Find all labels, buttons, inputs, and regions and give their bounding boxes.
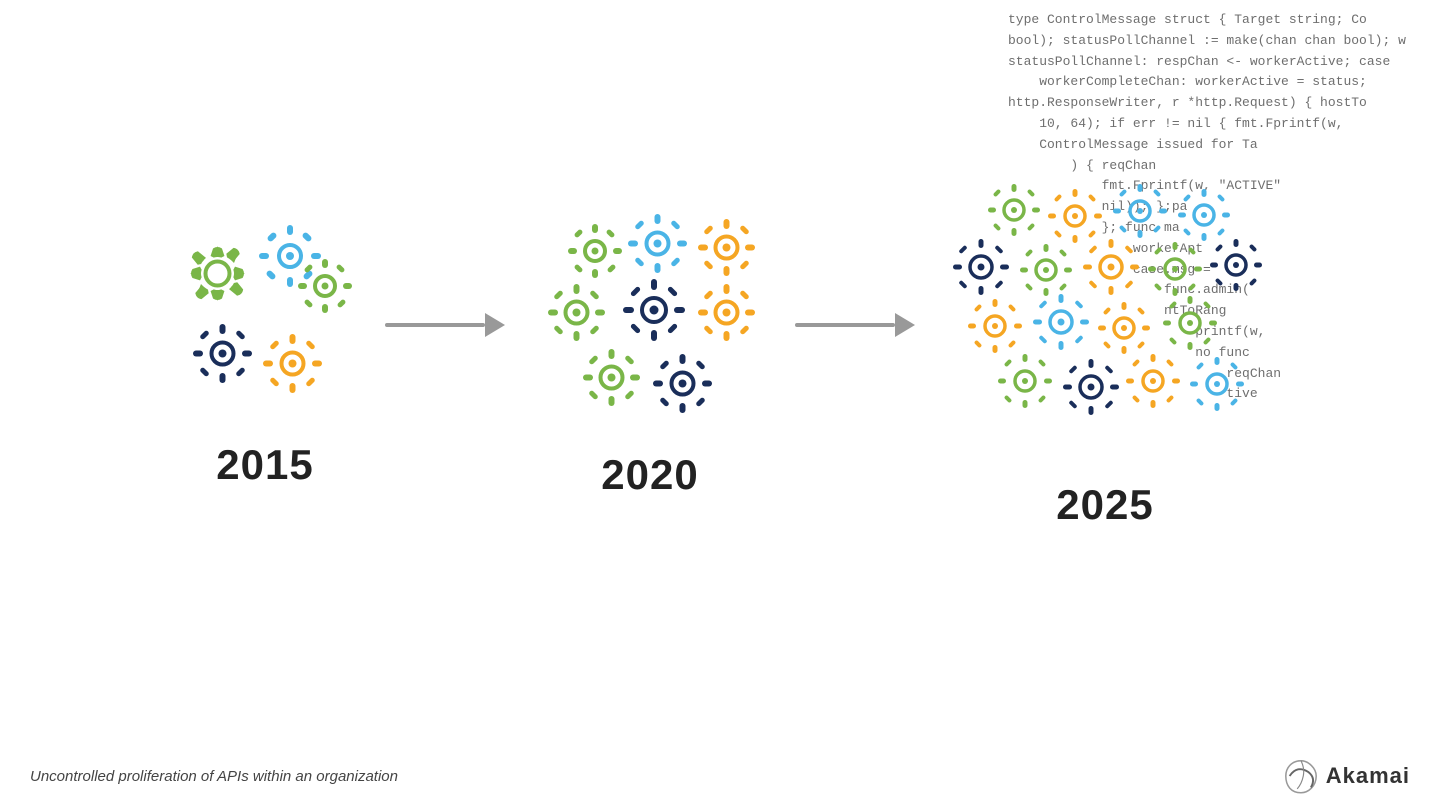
year-group-2015: 2015 [175,221,355,489]
gear-2015-1 [185,241,250,306]
akamai-text: Akamai [1326,763,1410,789]
timeline-row: 2015 [175,181,1265,529]
gear-2025-17 [1187,354,1247,414]
gears-2025 [945,181,1265,461]
year-label-2015: 2015 [216,441,313,489]
gear-2025-16 [1123,351,1183,411]
caption: Uncontrolled proliferation of APIs withi… [30,768,398,785]
gear-2020-2 [625,211,690,276]
gear-2025-15 [1060,356,1122,418]
gear-2025-10 [965,296,1025,356]
main-content: 2015 [0,0,1440,810]
gear-2025-5 [950,236,1012,298]
gear-2020-5 [620,276,688,344]
gear-2025-14 [995,351,1055,411]
gear-2025-9 [1207,236,1265,294]
gear-2020-6 [695,281,758,344]
gear-2025-1 [985,181,1043,239]
arrow-1 [355,310,535,400]
gear-2020-7 [580,346,643,409]
gear-2015-5 [260,331,325,396]
year-group-2025: 2025 [945,181,1265,529]
gear-2025-11 [1030,291,1092,353]
gear-2015-4 [190,321,255,386]
gear-2025-8 [1145,239,1205,299]
gear-2025-3 [1110,181,1170,241]
gear-2020-4 [545,281,608,344]
arrow-2 [765,310,945,400]
gears-2015 [175,221,355,421]
gear-2025-13 [1160,293,1220,353]
akamai-symbol-icon [1282,757,1320,795]
year-label-2020: 2020 [601,451,698,499]
year-label-2025: 2025 [1056,481,1153,529]
gear-2015-3 [295,256,355,316]
gear-2025-7 [1080,236,1142,298]
gear-2020-3 [695,216,758,279]
year-group-2020: 2020 [535,211,765,499]
gears-2020 [535,211,765,431]
akamai-logo: Akamai [1282,757,1410,795]
gear-2025-12 [1095,299,1153,357]
gear-2020-1 [565,221,625,281]
gear-2020-8 [650,351,715,416]
